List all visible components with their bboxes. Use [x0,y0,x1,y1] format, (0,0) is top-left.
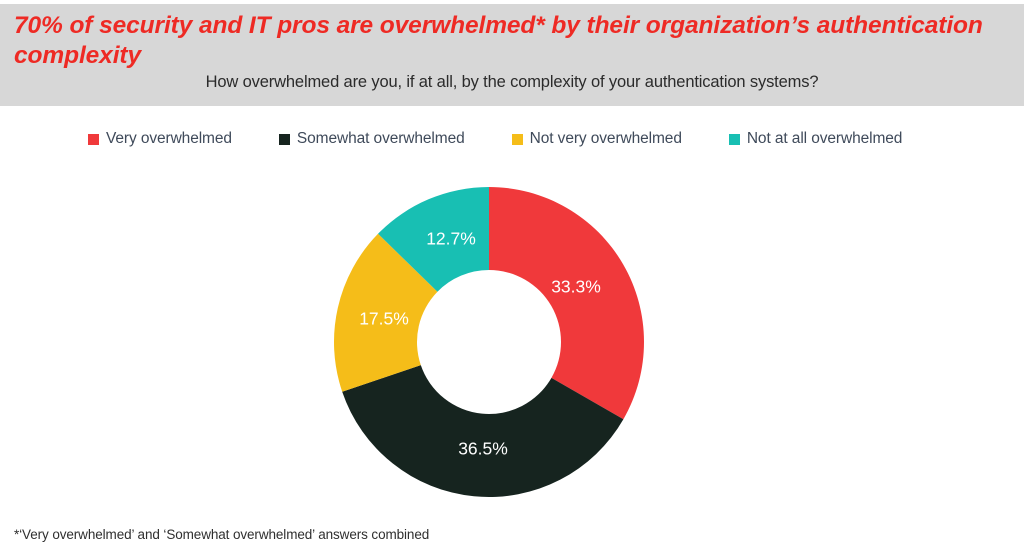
footnote: *‘Very overwhelmed’ and ‘Somewhat overwh… [14,527,430,542]
legend-swatch-icon [511,133,523,145]
legend-item-label: Not at all overwhelmed [746,130,903,147]
donut-slice[interactable] [489,187,644,420]
legend-item-label: Not very overwhelmed [529,130,682,147]
legend-swatch-icon [278,133,290,145]
legend-swatch-icon [728,133,740,145]
legend-item-very-overwhelmed[interactable]: Very overwhelmed [88,130,232,148]
chart-legend: Very overwhelmed Somewhat overwhelmed No… [88,130,902,148]
legend-item-somewhat-overwhelmed[interactable]: Somewhat overwhelmed [278,130,465,148]
page-title: 70% of security and IT pros are overwhel… [14,12,983,69]
donut-slice-label: 17.5% [359,309,409,329]
donut-chart-svg: 33.3% 36.5% 17.5% 12.7% [334,187,644,497]
donut-slice-label: 36.5% [458,439,508,459]
legend-item-not-at-all-overwhelmed[interactable]: Not at all overwhelmed [728,130,903,148]
donut-chart: 33.3% 36.5% 17.5% 12.7% [333,186,645,498]
chart-subtitle: How overwhelmed are you, if at all, by t… [205,73,819,91]
legend-swatch-icon [88,133,99,145]
legend-item-label: Very overwhelmed [106,130,232,147]
donut-slice-label: 12.7% [426,229,476,249]
donut-slice-label: 33.3% [551,277,601,297]
legend-item-label: Somewhat overwhelmed [296,130,465,147]
legend-item-not-very-overwhelmed[interactable]: Not very overwhelmed [511,130,682,148]
